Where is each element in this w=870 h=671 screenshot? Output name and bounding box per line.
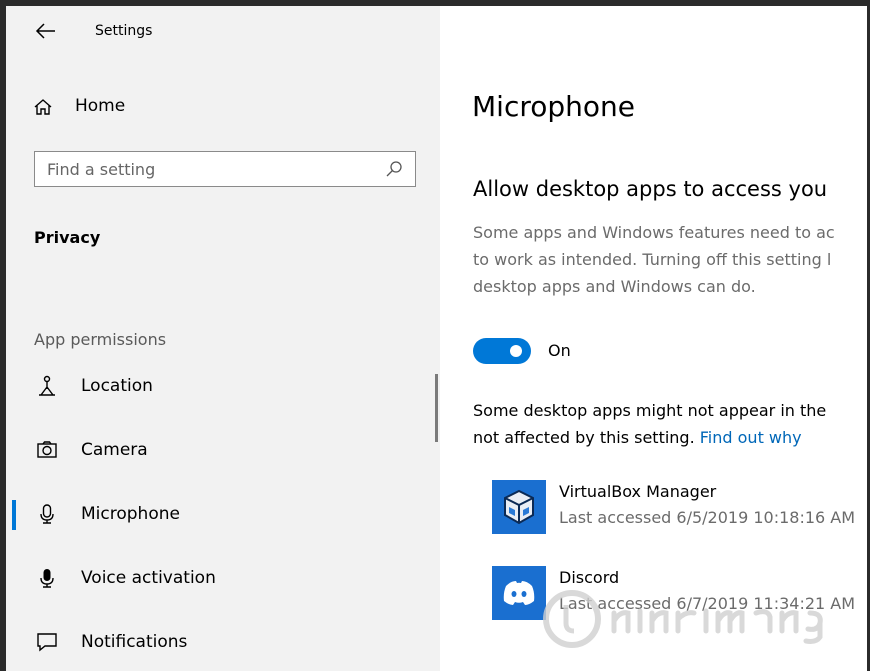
sidebar: Settings Home Privacy App permissions Lo… [6, 6, 440, 671]
sidebar-item-label: Microphone [81, 504, 180, 524]
back-arrow-icon[interactable] [35, 22, 57, 40]
app-title: Settings [95, 23, 153, 39]
sidebar-item-label: Home [75, 96, 126, 116]
section-title: Privacy [34, 228, 101, 247]
sidebar-item-label: Voice activation [81, 568, 216, 588]
note-text: not affected by this setting. [473, 428, 695, 447]
sidebar-item-label: Notifications [81, 632, 188, 652]
sidebar-scrollbar[interactable] [435, 374, 438, 442]
find-out-why-link[interactable]: Find out why [700, 428, 802, 447]
toggle-state-label: On [548, 341, 571, 360]
toggle-knob [510, 345, 522, 357]
search-input[interactable] [47, 158, 367, 180]
notifications-icon [37, 633, 57, 652]
watermark-logo [543, 590, 823, 648]
sidebar-item-label: Camera [81, 440, 148, 460]
page-title: Microphone [472, 90, 635, 123]
description-line: to work as intended. Turning off this se… [473, 250, 832, 269]
group-header: App permissions [34, 330, 167, 349]
desktop-apps-note: Some desktop apps might not appear in th… [473, 397, 826, 451]
note-line: not affected by this setting. Find out w… [473, 424, 826, 451]
main-content: Microphone Allow desktop apps to access … [440, 6, 867, 671]
sidebar-item-home[interactable]: Home [30, 93, 330, 121]
sidebar-item-label: Location [81, 376, 153, 396]
section-heading: Allow desktop apps to access you [473, 177, 828, 201]
microphone-icon [40, 504, 54, 524]
sidebar-item-microphone[interactable]: Microphone [12, 494, 432, 534]
description-line: Some apps and Windows features need to a… [473, 223, 835, 242]
virtualbox-icon [492, 480, 546, 534]
search-box[interactable] [34, 151, 416, 187]
selected-indicator [12, 500, 16, 530]
desktop-apps-access-toggle[interactable] [473, 338, 533, 366]
app-list-item: VirtualBox Manager Last accessed 6/5/201… [492, 480, 867, 536]
description-line: desktop apps and Windows can do. [473, 277, 756, 296]
toggle-track [473, 338, 531, 364]
sidebar-item-location[interactable]: Location [12, 366, 432, 406]
app-name: VirtualBox Manager [559, 482, 717, 501]
app-last-accessed: Last accessed 6/5/2019 10:18:16 AM [559, 508, 856, 527]
description: Some apps and Windows features need to a… [473, 219, 835, 300]
voice-activation-icon [40, 569, 54, 588]
search-icon[interactable] [385, 160, 403, 178]
sidebar-item-notifications[interactable]: Notifications [12, 622, 432, 662]
note-line: Some desktop apps might not appear in th… [473, 401, 827, 420]
home-icon [34, 99, 52, 115]
camera-icon [37, 441, 57, 458]
sidebar-item-camera[interactable]: Camera [12, 430, 432, 470]
location-icon [39, 375, 55, 396]
sidebar-item-voice-activation[interactable]: Voice activation [12, 558, 432, 598]
